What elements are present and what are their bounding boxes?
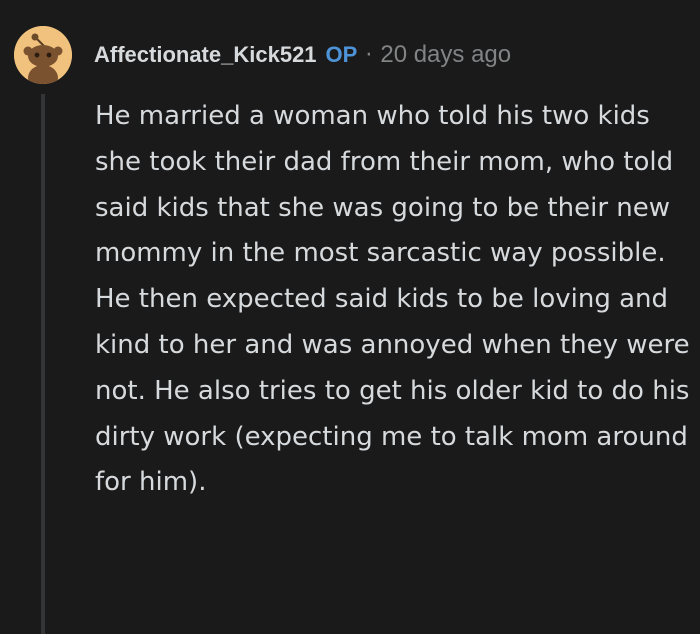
author-username[interactable]: Affectionate_Kick521: [94, 42, 317, 68]
user-avatar[interactable]: [14, 26, 72, 84]
separator-dot: ·: [365, 42, 373, 68]
comment: Affectionate_Kick521 OP · 20 days ago He…: [0, 0, 700, 634]
comment-timestamp[interactable]: 20 days ago: [380, 41, 511, 69]
snoo-avatar-icon: [14, 26, 72, 84]
comment-body: He married a woman who told his two kids…: [95, 101, 690, 498]
comment-header: Affectionate_Kick521 OP · 20 days ago: [94, 38, 511, 72]
op-badge: OP: [325, 42, 358, 67]
thread-collapse-line[interactable]: [41, 94, 45, 634]
